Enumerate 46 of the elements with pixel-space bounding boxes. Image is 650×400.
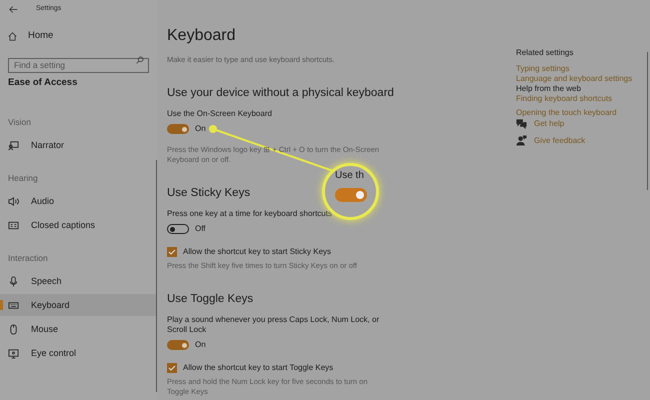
back-arrow-icon (9, 4, 18, 14)
group-header: Vision (7, 117, 32, 128)
toggle-state: On (195, 340, 206, 350)
section-heading: Use Toggle Keys (167, 292, 254, 306)
toggle-switch[interactable] (167, 340, 189, 350)
captions-icon (8, 220, 19, 231)
group-header: Interaction (7, 253, 49, 264)
sidebar-item[interactable]: Closed captions (0, 214, 157, 236)
monitor-person-icon (8, 140, 19, 151)
chat-bubbles-icon (516, 118, 527, 129)
keyboard-icon (8, 300, 19, 311)
setting-label: Use the On-Screen Keyboard (167, 109, 273, 119)
toggle-state: On (195, 124, 206, 134)
person-feedback-icon (516, 135, 527, 146)
monitor-icon (8, 348, 19, 359)
sidebar-item[interactable]: Mouse (0, 318, 157, 340)
checkbox[interactable] (167, 247, 177, 257)
home-item[interactable]: Home (0, 27, 157, 45)
setting-label: Play a sound whenever you press Caps Lock, Num Lock, or Scroll Lock (167, 315, 380, 335)
sidebar-item[interactable]: Narrator (0, 134, 157, 156)
toggle-switch[interactable] (167, 224, 189, 234)
speaker-icon (8, 196, 19, 207)
sidebar-item[interactable]: Eye control (0, 342, 157, 364)
setting-label: Press one key at a time for keyboard shortcuts (167, 209, 333, 219)
group-header: Hearing (7, 173, 39, 184)
sidebar-item[interactable]: Keyboard (0, 294, 157, 316)
mouse-icon (8, 324, 19, 335)
section-heading: Related settings (516, 48, 574, 58)
section-heading: Use your device without a physical keyboard (167, 86, 394, 100)
sidebar-item[interactable]: Speech (0, 270, 157, 292)
toggle-switch[interactable] (167, 124, 189, 134)
back-button[interactable] (9, 4, 18, 14)
callout-text: Use th (335, 170, 364, 182)
checkbox[interactable] (167, 363, 177, 373)
search-icon (136, 56, 144, 64)
checkbox-label: Allow the shortcut key to start Toggle Keys (183, 363, 334, 373)
category-heading: Ease of Access (7, 76, 78, 90)
search-field[interactable]: Find a setting (8, 58, 149, 72)
home-icon (8, 32, 17, 40)
section-heading: Use Sticky Keys (167, 186, 250, 200)
page-title: Keyboard (167, 26, 236, 46)
checkbox-label: Allow the shortcut key to start Sticky Keys (183, 247, 332, 257)
section-heading: Help from the web (516, 84, 581, 94)
microphone-icon (8, 276, 19, 287)
toggle-state: Off (195, 224, 206, 234)
sidebar-item[interactable]: Audio (0, 190, 157, 212)
